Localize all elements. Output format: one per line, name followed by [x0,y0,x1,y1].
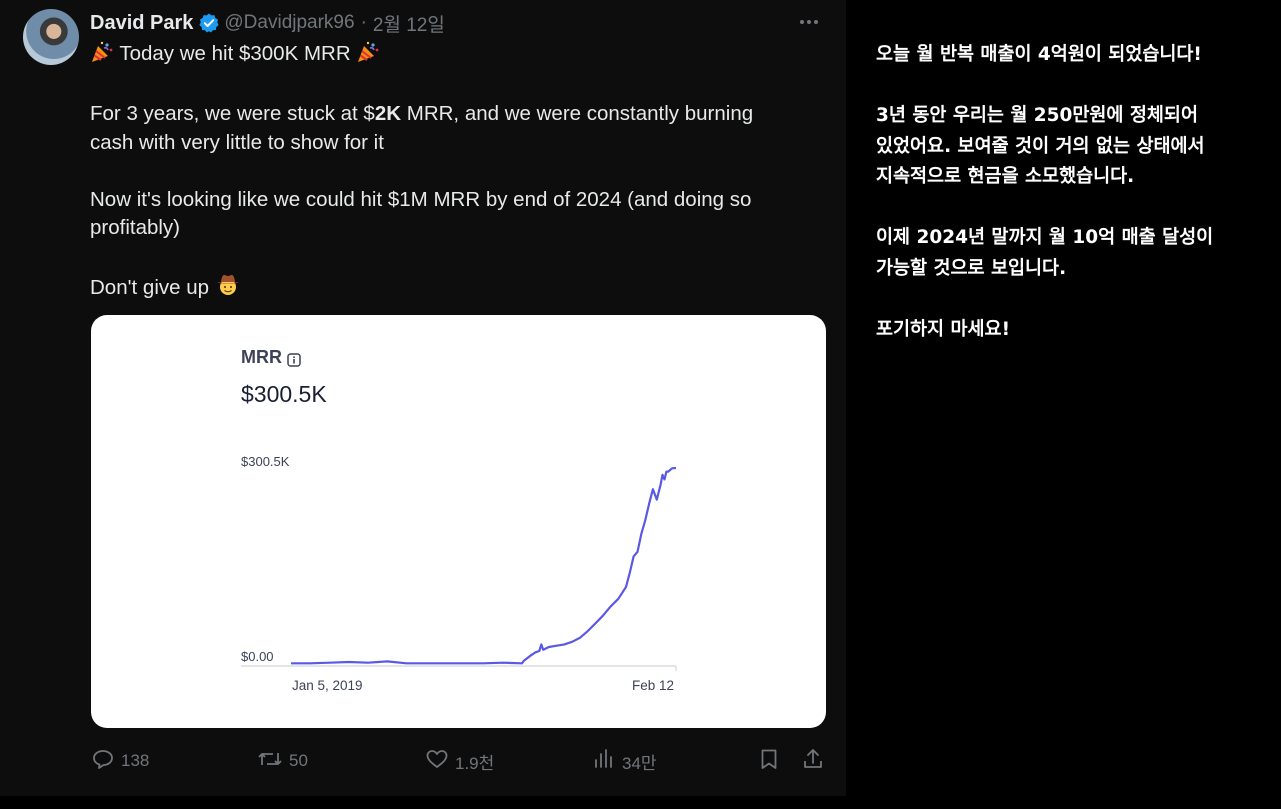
heart-icon [425,747,455,776]
tweet[interactable]: David Park @Davidjpark96 · 2월 12일 Today … [0,0,846,796]
like-count: 1.9천 [455,753,495,773]
chart-card[interactable]: MRR $300.5K $300.5K $0.00 Jan 5, 2019 Fe… [91,315,826,728]
cowboy-emoji [215,271,241,306]
screenshot: David Park @Davidjpark96 · 2월 12일 Today … [0,0,1281,809]
party-popper-emoji [356,41,380,72]
share-button[interactable] [801,745,831,777]
separator: · [360,12,367,33]
translation-line: 포기하지 마세요! [876,318,1011,340]
repost-button[interactable]: 50 [257,745,308,777]
tweet-line-1: Today we hit $300K MRR [119,42,351,65]
reply-button[interactable]: 138 [91,745,149,777]
tweet-line-2c: MRR, and we were constantly burning [401,102,754,125]
translation-line: 지속적으로 현금을 소모했습니다. [876,166,1135,187]
tweet-line-2b: 2K [374,102,402,125]
bookmark-button[interactable] [757,745,787,777]
views-chart-icon [592,747,622,776]
translation-line: 가능할 것으로 보입니다. [876,257,1067,279]
tweet-date[interactable]: 2월 12일 [373,10,445,37]
tweet-line-2a: For 3 years, we were stuck at $ [90,102,375,125]
avatar[interactable] [23,9,79,65]
mrr-series-line [291,466,677,665]
repost-count: 50 [289,751,308,770]
tweet-line-6: Don't give up [90,276,210,299]
reply-icon [91,747,121,776]
bookmark-icon [757,747,787,776]
reply-count: 138 [121,751,150,770]
translation-line: 오늘 월 반복 매출이 4억원이 되었습니다! [876,44,1202,65]
y-axis-bottom-label: $0.00 [241,649,274,664]
x-axis-start-label: Jan 5, 2019 [292,678,363,693]
tweet-line-5: profitably) [90,216,181,239]
views-button[interactable]: 34만 [592,745,657,777]
y-axis-top-label: $300.5K [241,454,290,469]
tweet-line-4: Now it's looking like we could hit $1M M… [90,187,752,211]
translation-line: 이제 2024년 말까지 월 10억 매출 달성이 [876,227,1214,248]
repost-icon [257,747,289,776]
korean-translation: 오늘 월 반복 매출이 4억원이 되었습니다! 3년 동안 우리는 월 250만… [876,40,1271,345]
party-popper-emoji [90,41,114,72]
handle[interactable]: @Davidjpark96 [224,12,354,34]
verified-badge-icon [198,12,220,34]
more-icon[interactable] [798,12,828,32]
translation-line: 있었어요. 보여줄 것이 거의 없는 상태에서 [876,135,1205,157]
tweet-line-3: cash with very little to show for it [90,130,384,154]
views-count: 34만 [622,753,657,773]
action-bar: 138 50 1.9천 34만 [0,745,846,777]
tweet-header: David Park @Davidjpark96 · 2월 12일 [90,10,445,36]
display-name[interactable]: David Park [90,12,193,35]
like-button[interactable]: 1.9천 [425,745,494,777]
mrr-line-chart: $300.5K $0.00 Jan 5, 2019 Feb 12 [241,454,677,693]
translation-line: 3년 동안 우리는 월 250만원에 정체되어 [876,105,1198,126]
x-axis-end-label: Feb 12 [632,678,674,693]
share-icon [801,747,831,776]
tweet-text: Today we hit $300K MRR For 3 years, we w [90,40,810,306]
